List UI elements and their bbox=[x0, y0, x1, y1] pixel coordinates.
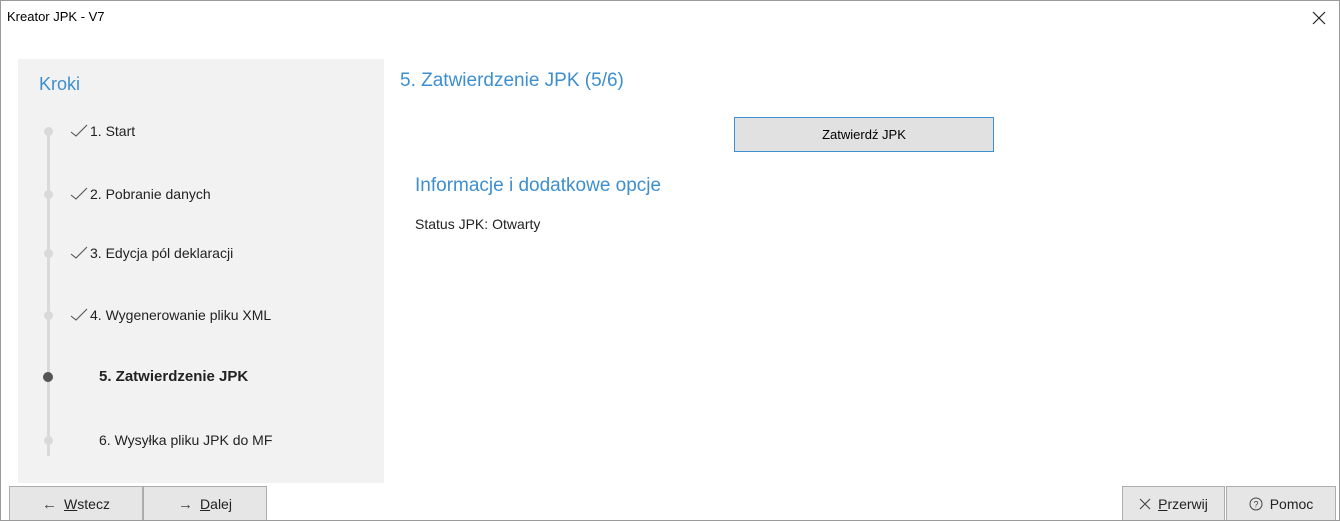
step-generate-xml[interactable]: 4. Wygenerowanie pliku XML bbox=[18, 301, 384, 331]
help-button[interactable]: ? Pomoc bbox=[1226, 486, 1336, 520]
step-approve-jpk[interactable]: 5. Zatwierdzenie JPK bbox=[18, 362, 384, 392]
step-dot-current bbox=[43, 372, 53, 382]
step-label: 4. Wygenerowanie pliku XML bbox=[90, 307, 272, 323]
check-icon bbox=[70, 246, 88, 259]
step-dot bbox=[44, 311, 53, 320]
step-dot bbox=[44, 436, 53, 445]
steps-sidebar: Kroki 1. Start 2. Pobranie danych 3. Edy… bbox=[18, 59, 384, 483]
step-label: 5. Zatwierdzenie JPK bbox=[99, 368, 249, 385]
wizard-window: Kreator JPK - V7 Kroki 1. Start 2. Pobra… bbox=[0, 0, 1340, 521]
close-icon bbox=[1312, 11, 1326, 25]
status-value: Otwarty bbox=[492, 216, 541, 232]
check-icon bbox=[70, 187, 88, 200]
help-label: Pomoc bbox=[1269, 496, 1314, 512]
step-dot bbox=[44, 190, 53, 199]
arrow-right-icon: → bbox=[178, 495, 194, 513]
next-button[interactable]: → Dalej bbox=[143, 486, 267, 520]
window-title: Kreator JPK - V7 bbox=[7, 9, 105, 24]
step-dot bbox=[44, 127, 53, 136]
back-label: Wstecz bbox=[64, 496, 110, 512]
back-button[interactable]: ← Wstecz bbox=[9, 486, 143, 520]
step-edit-fields[interactable]: 3. Edycja pól deklaracji bbox=[18, 239, 384, 269]
arrow-left-icon: ← bbox=[42, 495, 58, 513]
sidebar-heading: Kroki bbox=[39, 74, 81, 94]
cancel-label: Przerwij bbox=[1158, 496, 1208, 512]
step-label: 1. Start bbox=[90, 123, 136, 139]
help-circle-icon: ? bbox=[1249, 497, 1263, 511]
step-label: 6. Wysyłka pliku JPK do MF bbox=[99, 432, 273, 448]
status-label: Status JPK: bbox=[415, 216, 489, 232]
next-label: Dalej bbox=[200, 496, 232, 512]
check-icon bbox=[70, 124, 88, 137]
step-label: 2. Pobranie danych bbox=[90, 186, 211, 202]
check-icon bbox=[70, 308, 88, 321]
step-data-download[interactable]: 2. Pobranie danych bbox=[18, 180, 384, 210]
close-window-button[interactable] bbox=[1299, 1, 1339, 35]
page-title: 5. Zatwierdzenie JPK (5/6) bbox=[400, 70, 624, 91]
status-row: Status JPK: Otwarty bbox=[415, 216, 540, 232]
step-dot bbox=[44, 249, 53, 258]
close-icon bbox=[1139, 498, 1151, 510]
info-section-title: Informacje i dodatkowe opcje bbox=[415, 175, 662, 196]
title-bar: Kreator JPK - V7 bbox=[1, 1, 1339, 35]
step-start[interactable]: 1. Start bbox=[18, 117, 384, 147]
step-send-jpk[interactable]: 6. Wysyłka pliku JPK do MF bbox=[18, 426, 384, 456]
svg-text:?: ? bbox=[1253, 500, 1258, 510]
step-label: 3. Edycja pól deklaracji bbox=[90, 245, 234, 261]
approve-jpk-button[interactable]: Zatwierdź JPK bbox=[734, 117, 994, 152]
cancel-button[interactable]: Przerwij bbox=[1122, 486, 1225, 520]
